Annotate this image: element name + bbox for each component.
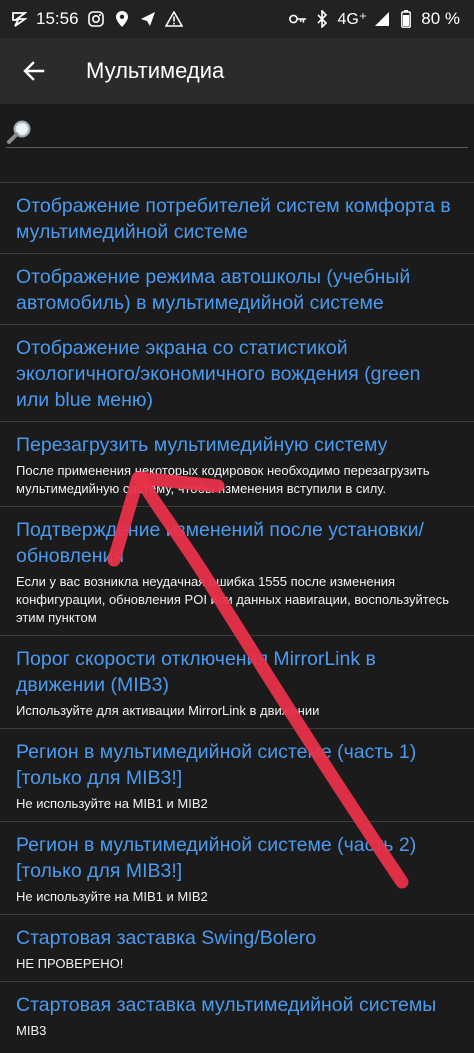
status-bar: 15:56 4G⁺ 80 % xyxy=(0,0,474,38)
page-title: Мультимедиа xyxy=(86,58,225,83)
list-item-subtitle: Если у вас возникла неудачная ошибка 155… xyxy=(16,574,450,625)
list-item-title: Отображение режима автошколы (учебный ав… xyxy=(16,266,411,314)
app-bar: Мультимедиа xyxy=(0,38,474,104)
instagram-icon xyxy=(87,10,105,28)
list-item[interactable]: Регион в мультимедийной системе (часть 1… xyxy=(0,728,474,821)
send-icon xyxy=(139,10,157,28)
list-item-title: Подтверждение изменений после установки/… xyxy=(16,519,424,567)
search-bar xyxy=(0,104,474,162)
list-item-title: Регион в мультимедийной системе (часть 1… xyxy=(16,741,417,789)
list-item-subtitle: После применения некоторых кодировок нео… xyxy=(16,463,430,496)
list-item-subtitle: НЕ ПРОВЕРЕНО! xyxy=(16,956,124,971)
status-right: 4G⁺ 80 % xyxy=(289,0,460,38)
notification-s-icon xyxy=(10,10,28,28)
list-item[interactable]: Стартовая заставка Swing/Bolero НЕ ПРОВЕ… xyxy=(0,914,474,981)
list-item-title: Отображение экрана со статистикой эколог… xyxy=(16,337,421,411)
list-item-subtitle: Используйте для активации MirrorLink в д… xyxy=(16,703,320,718)
list-item-title: Перезагрузить мультимедийную систему xyxy=(16,434,388,456)
list-item[interactable]: Отображение потребителей систем комфорта… xyxy=(0,182,474,253)
list-item[interactable]: Перезагрузить мультимедийную систему Пос… xyxy=(0,421,474,506)
settings-list: Отображение потребителей систем комфорта… xyxy=(0,182,474,1048)
list-item-subtitle: Не используйте на MIB1 и MIB2 xyxy=(16,796,208,811)
list-item-title: Отображение потребителей систем комфорта… xyxy=(16,195,451,243)
list-item-title: Порог скорости отключения MirrorLink в д… xyxy=(16,648,376,696)
network-type: 4G⁺ xyxy=(337,11,368,28)
list-item[interactable]: Регион в мультимедийной системе (часть 2… xyxy=(0,821,474,914)
search-underline xyxy=(6,147,468,148)
key-icon xyxy=(289,10,307,28)
list-item-subtitle: Не используйте на MIB1 и MIB2 xyxy=(16,889,208,904)
arrow-left-icon xyxy=(23,61,45,81)
list-item[interactable]: Отображение экрана со статистикой эколог… xyxy=(0,324,474,421)
back-button[interactable] xyxy=(18,55,50,87)
bluetooth-icon xyxy=(313,10,331,28)
signal-icon xyxy=(373,10,391,28)
battery-percent: 80 % xyxy=(421,9,460,28)
status-left: 15:56 xyxy=(10,0,183,38)
battery-icon xyxy=(397,10,415,28)
screen: 15:56 4G⁺ 80 % Мультимедиа Отображение п… xyxy=(0,0,474,1053)
location-icon xyxy=(113,10,131,28)
status-time: 15:56 xyxy=(36,9,79,28)
list-item[interactable]: Стартовая заставка мультимедийной систем… xyxy=(0,981,474,1048)
warning-icon xyxy=(164,10,183,28)
list-item[interactable]: Отображение режима автошколы (учебный ав… xyxy=(0,253,474,324)
list-item-title: Регион в мультимедийной системе (часть 2… xyxy=(16,834,417,882)
list-item[interactable]: Порог скорости отключения MirrorLink в д… xyxy=(0,635,474,728)
list-item-title: Стартовая заставка мультимедийной систем… xyxy=(16,994,437,1016)
list-item-subtitle: MIB3 xyxy=(16,1023,47,1038)
list-item[interactable]: Подтверждение изменений после установки/… xyxy=(0,506,474,635)
list-item-title: Стартовая заставка Swing/Bolero xyxy=(16,927,317,949)
magnifier-icon xyxy=(6,118,34,146)
